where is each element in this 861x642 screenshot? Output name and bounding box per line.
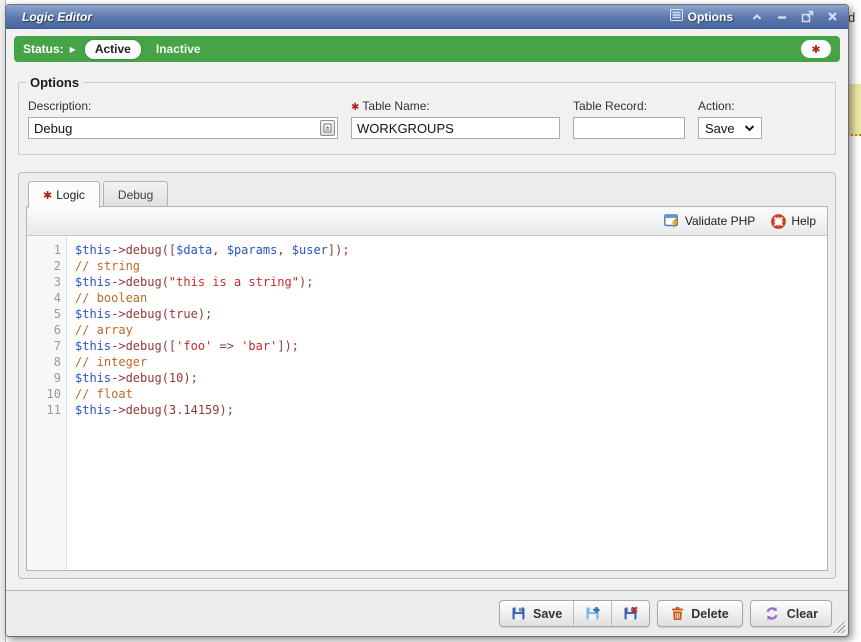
tab-debug-label: Debug	[118, 188, 153, 202]
status-dirty-indicator[interactable]: ✱	[801, 40, 831, 58]
close-button[interactable]	[827, 11, 838, 22]
code-line: // float	[75, 386, 827, 402]
action-field: Action: Save	[698, 99, 762, 139]
help-button[interactable]: Help	[771, 214, 816, 229]
options-section: Options Description: ✱Table Name: Table …	[18, 75, 836, 155]
collapse-button[interactable]	[751, 11, 763, 23]
action-label: Action:	[698, 99, 762, 113]
resize-handle[interactable]	[831, 619, 845, 633]
options-menu-button[interactable]: Options	[670, 8, 733, 26]
validate-php-label: Validate PHP	[685, 214, 755, 228]
trash-icon	[671, 606, 684, 621]
refresh-icon	[764, 606, 780, 621]
tab-logic-label: Logic	[56, 188, 85, 202]
window-title: Logic Editor	[22, 10, 670, 24]
code-line: $this->debug(true);	[75, 306, 827, 322]
editor-toolbar: Validate PHP Help	[27, 207, 827, 236]
code-line: // array	[75, 322, 827, 338]
status-label: Status:	[23, 42, 64, 56]
line-number-gutter: 1234567891011	[27, 236, 67, 570]
minimize-button[interactable]	[776, 11, 788, 23]
code-line: // boolean	[75, 290, 827, 306]
clear-button[interactable]: Clear	[750, 600, 832, 627]
description-field: Description:	[28, 99, 338, 139]
options-menu-label: Options	[688, 10, 733, 24]
code-line: $this->debug(10);	[75, 370, 827, 386]
description-input[interactable]	[28, 117, 338, 139]
background-page-text: d	[848, 10, 855, 25]
validate-php-icon	[664, 214, 680, 229]
expand-editor-icon	[323, 123, 332, 133]
code-editor[interactable]: 1234567891011 $this->debug([$data, $para…	[27, 236, 827, 570]
code-content[interactable]: $this->debug([$data, $params, $user]);//…	[67, 236, 827, 570]
save-and-close-button[interactable]	[611, 601, 649, 626]
titlebar[interactable]: Logic Editor Options	[6, 5, 848, 29]
action-selected-value: Save	[705, 121, 735, 136]
table-name-field: ✱Table Name:	[351, 99, 560, 139]
clear-label: Clear	[787, 607, 818, 621]
editor-container: ✱ Logic Debug Validate PHP Help 12345678…	[18, 172, 836, 579]
save-button[interactable]: Save	[500, 601, 573, 626]
status-arrow-icon: ▶	[70, 45, 76, 54]
expand-description-button[interactable]	[320, 120, 335, 136]
delete-label: Delete	[691, 607, 729, 621]
asterisk-icon: ✱	[811, 44, 820, 55]
code-line: $this->debug("this is a string");	[75, 274, 827, 290]
background-page-highlight	[847, 84, 861, 136]
code-line: // integer	[75, 354, 827, 370]
chevron-down-icon	[744, 125, 755, 132]
help-icon	[771, 214, 786, 229]
list-icon	[670, 8, 683, 26]
code-line: $this->debug([$data, $params, $user]);	[75, 242, 827, 258]
footer-bar: Save Delete Clear	[6, 590, 848, 636]
dirty-icon: ✱	[43, 190, 52, 201]
logic-editor-dialog: Logic Editor Options	[5, 4, 849, 637]
status-active-option[interactable]: Active	[85, 40, 141, 59]
validate-php-button[interactable]: Validate PHP	[664, 214, 755, 229]
table-record-input[interactable]	[573, 117, 685, 139]
save-plus-icon	[585, 606, 600, 621]
logic-tab-panel: Validate PHP Help 1234567891011 $this->d…	[26, 206, 828, 571]
action-select[interactable]: Save	[698, 117, 762, 139]
background-page-right: d	[847, 0, 861, 642]
popout-button[interactable]	[801, 10, 814, 23]
tab-bar: ✱ Logic Debug	[28, 180, 828, 206]
required-icon: ✱	[351, 102, 359, 113]
options-legend: Options	[26, 75, 83, 90]
save-and-new-button[interactable]	[573, 601, 611, 626]
table-name-input[interactable]	[351, 117, 560, 139]
table-name-label: Table Name:	[362, 99, 429, 113]
code-line: $this->debug(3.14159);	[75, 402, 827, 418]
save-label: Save	[533, 607, 562, 621]
status-inactive-option[interactable]: Inactive	[150, 40, 207, 58]
status-bar: Status: ▶ Active Inactive ✱	[14, 36, 840, 62]
save-button-group: Save	[499, 600, 650, 627]
description-label: Description:	[28, 99, 338, 113]
table-record-label: Table Record:	[573, 99, 685, 113]
save-close-icon	[623, 606, 638, 621]
tab-debug[interactable]: Debug	[103, 181, 168, 207]
delete-button[interactable]: Delete	[657, 600, 743, 627]
code-line: // string	[75, 258, 827, 274]
help-label: Help	[791, 214, 816, 228]
tab-logic[interactable]: ✱ Logic	[28, 181, 100, 208]
save-icon	[511, 606, 526, 621]
code-line: $this->debug(['foo' => 'bar']);	[75, 338, 827, 354]
table-record-field: Table Record:	[573, 99, 685, 139]
